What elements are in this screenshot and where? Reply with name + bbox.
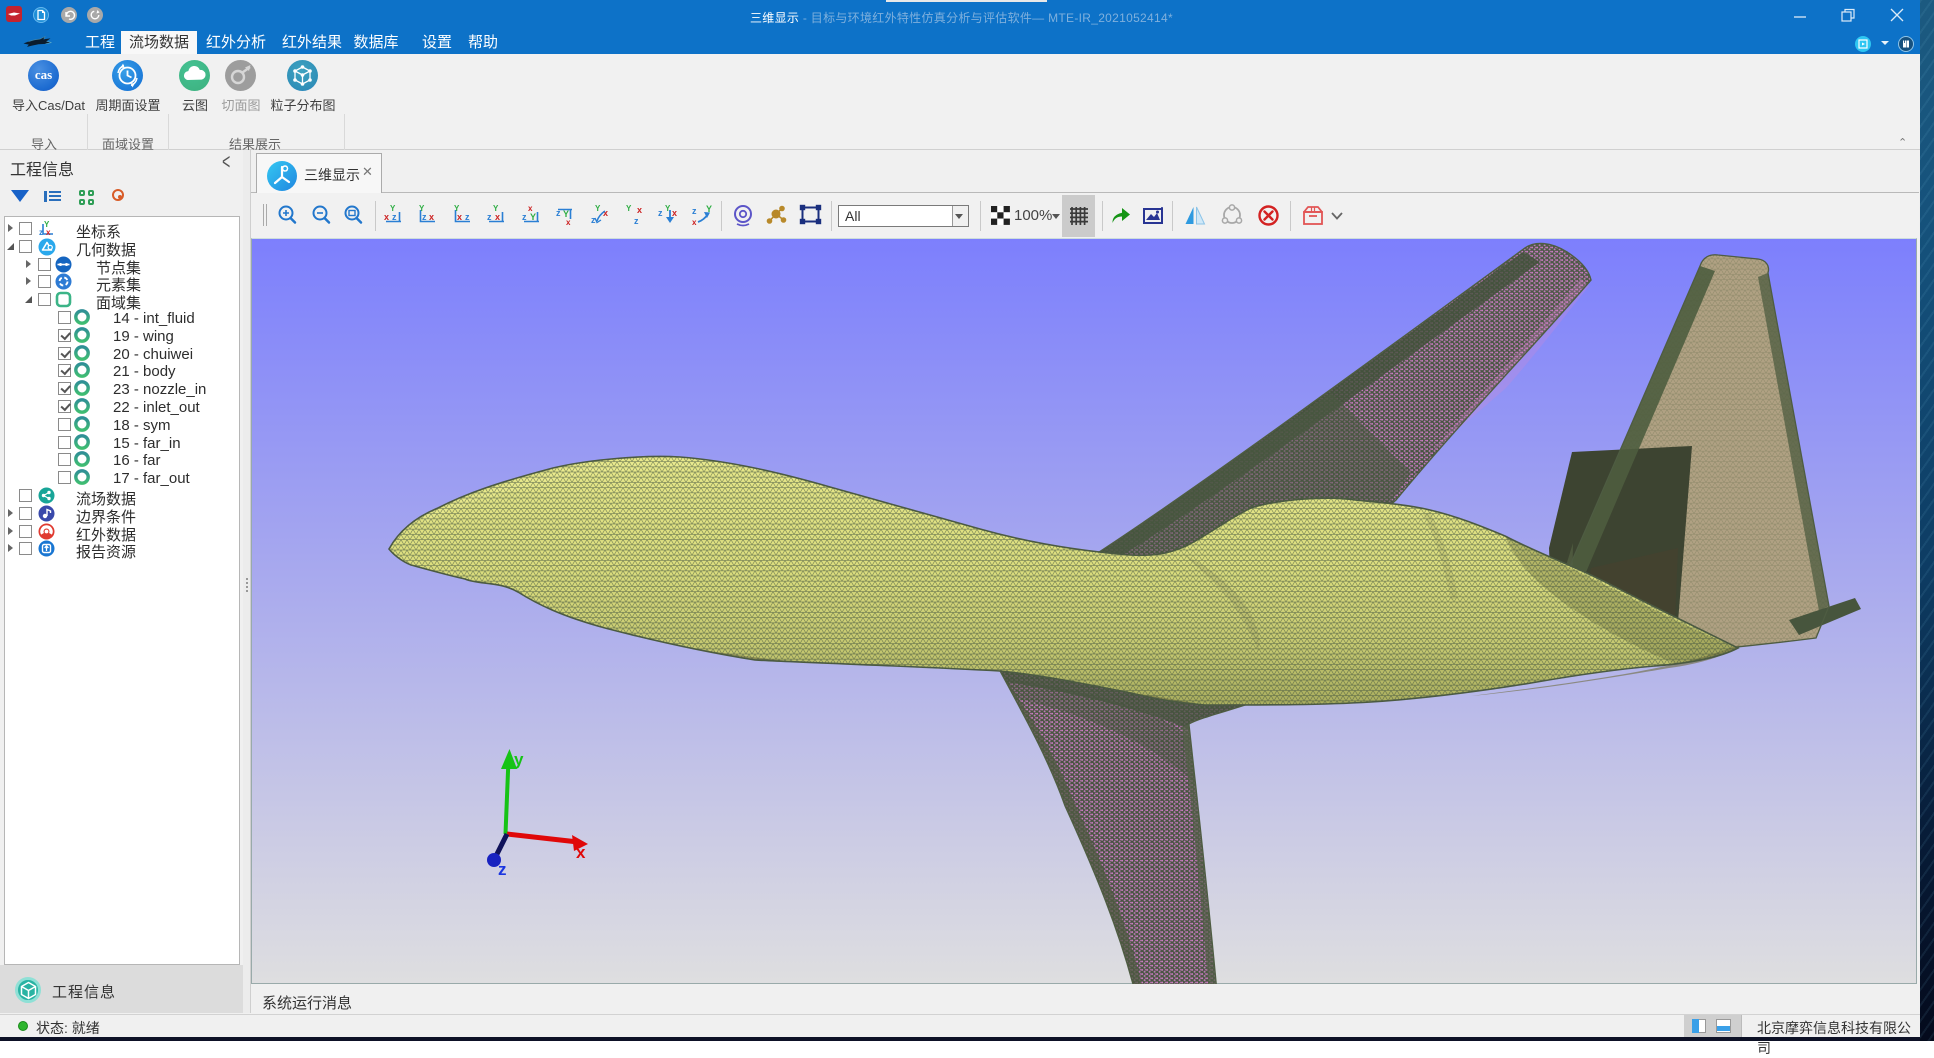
svg-text:x: x: [429, 212, 434, 222]
svg-text:z: z: [634, 216, 639, 226]
svg-text:z: z: [39, 228, 43, 237]
svg-text:x: x: [637, 205, 642, 215]
svg-text:z: z: [522, 212, 527, 222]
svg-text:x: x: [46, 228, 51, 237]
svg-text:z: z: [498, 860, 507, 879]
svg-text:Y: Y: [390, 204, 396, 213]
svg-text:Y: Y: [530, 212, 536, 222]
svg-text:x: x: [576, 843, 586, 862]
svg-text:z: z: [392, 212, 397, 222]
svg-text:Y: Y: [493, 204, 499, 213]
svg-text:y: y: [514, 750, 524, 769]
svg-text:x: x: [528, 204, 533, 213]
svg-text:z: z: [422, 212, 427, 222]
svg-text:z: z: [465, 212, 470, 222]
svg-text:z: z: [487, 212, 492, 222]
svg-text:x: x: [384, 212, 389, 222]
svg-text:Y: Y: [454, 204, 460, 213]
svg-text:x: x: [457, 212, 462, 222]
svg-text:Y: Y: [626, 204, 632, 213]
svg-text:Y: Y: [419, 204, 425, 213]
svg-text:z: z: [556, 208, 561, 218]
svg-text:x: x: [495, 212, 500, 222]
svg-text:x: x: [566, 218, 571, 226]
